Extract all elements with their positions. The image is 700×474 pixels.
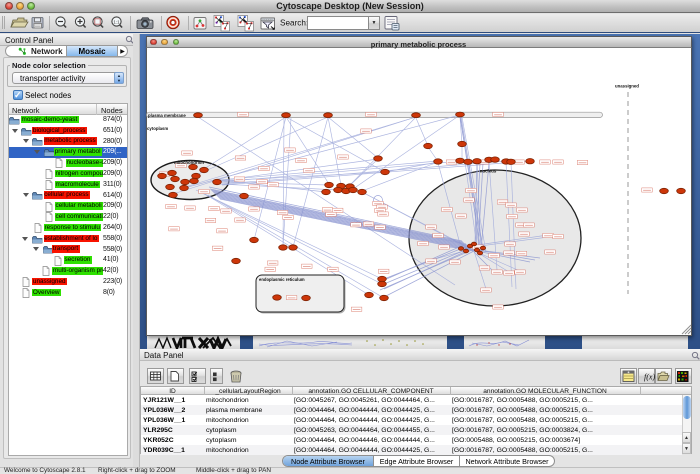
svg-text:endoplasmic reticulum: endoplasmic reticulum [259, 277, 305, 282]
svg-text:plasma membrane: plasma membrane [148, 113, 186, 118]
svg-text:mitochondrion: mitochondrion [174, 160, 204, 165]
svg-text:1:1: 1:1 [113, 20, 120, 25]
svg-text:Search:: Search: [280, 19, 308, 28]
svg-text:nucleus: nucleus [480, 168, 497, 173]
svg-text:unassigned: unassigned [615, 83, 639, 88]
svg-text:cytoplasm: cytoplasm [147, 126, 168, 131]
svg-text:f(x): f(x) [644, 373, 655, 382]
